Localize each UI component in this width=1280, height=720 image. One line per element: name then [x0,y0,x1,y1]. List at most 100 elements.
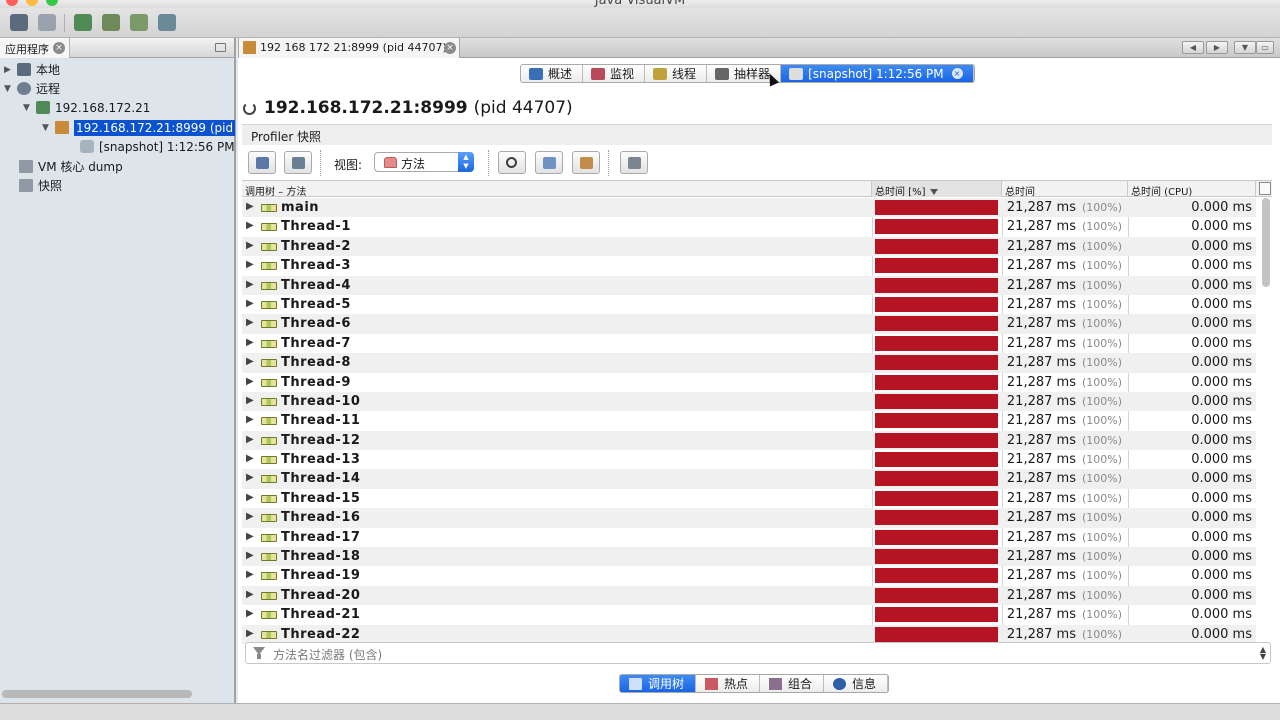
table-row[interactable]: ▶ main 21,287 ms (100%) 0.000 ms [242,198,1256,218]
table-row[interactable]: ▶ Thread-17 21,287 ms (100%) 0.000 ms [242,528,1256,547]
expand-arrow-icon[interactable]: ▶ [246,569,254,580]
collapse-arrow-icon[interactable]: ▼ [42,123,52,133]
table-row[interactable]: ▶ Thread-12 21,287 ms (100%) 0.000 ms [242,430,1256,451]
scroll-tabs-left-button[interactable]: ◀ [1182,41,1204,54]
tree-node-local[interactable]: ▶ 本地 [4,60,60,79]
expand-arrow-icon[interactable]: ▶ [246,628,254,639]
table-row[interactable]: ▶ Thread-9 21,287 ms (100%) 0.000 ms [242,373,1256,392]
column-header-method[interactable]: 调用树 – 方法 [242,181,872,198]
horizontal-scrollbar[interactable] [2,690,192,698]
tree-node-remote-host[interactable]: ▼ 192.168.172.21 [23,98,150,117]
expand-arrow-icon[interactable]: ▶ [246,220,254,231]
total-time-cell: 21,287 ms (100%) [1002,394,1122,409]
table-row[interactable]: ▶ Thread-5 21,287 ms (100%) 0.000 ms [242,295,1256,314]
close-icon[interactable]: × [53,42,65,54]
table-row[interactable]: ▶ Thread-11 21,287 ms (100%) 0.000 ms [242,411,1256,430]
column-header-cpu-time[interactable]: 总时间 (CPU) [1128,181,1256,198]
table-row[interactable]: ▶ Thread-20 21,287 ms (100%) 0.000 ms [242,585,1256,606]
table-row[interactable]: ▶ Thread-18 21,287 ms (100%) 0.000 ms [242,547,1256,567]
table-row[interactable]: ▶ Thread-14 21,287 ms (100%) 0.000 ms [242,469,1256,489]
expand-arrow-icon[interactable]: ▶ [246,472,254,483]
table-row[interactable]: ▶ Thread-21 21,287 ms (100%) 0.000 ms [242,605,1256,624]
export-snapshot-button[interactable] [284,151,312,174]
expand-arrow-icon[interactable]: ▶ [246,259,254,270]
add-jmx-connection-icon[interactable] [102,14,120,31]
table-row[interactable]: ▶ Thread-1 21,287 ms (100%) 0.000 ms [242,217,1256,236]
expand-arrow-icon[interactable]: ▶ [246,414,254,425]
expand-arrow-icon[interactable]: ▶ [246,201,254,212]
document-tab[interactable]: 192 168 172 21:8999 (pid 44707) × [238,38,460,58]
find-previous-button[interactable] [535,151,563,174]
load-icon[interactable] [10,14,28,31]
table-row[interactable]: ▶ Thread-19 21,287 ms (100%) 0.000 ms [242,566,1256,585]
expand-arrow-icon[interactable]: ▶ [246,550,254,561]
maximize-window-button[interactable]: ▭ [1256,41,1274,54]
tab-overview[interactable]: 概述 [521,65,584,82]
tree-node-java-app[interactable]: ▼ 192.168.172.21:8999 (pid [42,118,236,137]
tree-node-coredump[interactable]: VM 核心 dump [19,157,123,176]
expand-arrow-icon[interactable]: ▶ [246,453,254,464]
table-row[interactable]: ▶ Thread-16 21,287 ms (100%) 0.000 ms [242,508,1256,528]
find-next-button[interactable] [572,151,600,174]
expand-arrow-icon[interactable]: ▶ [246,434,254,445]
vertical-scrollbar[interactable] [1262,198,1270,287]
tab-call-tree[interactable]: 调用树 [620,675,697,692]
table-row[interactable]: ▶ Thread-2 21,287 ms (100%) 0.000 ms [242,236,1256,257]
collapse-arrow-icon[interactable]: ▼ [23,103,33,113]
table-row[interactable]: ▶ Thread-15 21,287 ms (100%) 0.000 ms [242,489,1256,508]
expand-arrow-icon[interactable]: ▶ [246,531,254,542]
table-body: ▶ main 21,287 ms (100%) 0.000 ms ▶ Thread-1 21,… [242,198,1256,644]
save-snapshot-button[interactable] [248,151,276,174]
table-row[interactable]: ▶ Thread-10 21,287 ms (100%) 0.000 ms [242,391,1256,412]
expand-arrow-icon[interactable]: ▶ [4,65,14,75]
expand-arrow-icon[interactable]: ▶ [246,317,254,328]
minimize-panel-icon[interactable] [215,43,226,52]
expand-arrow-icon[interactable]: ▶ [246,589,254,600]
save-icon[interactable] [38,14,56,31]
table-row[interactable]: ▶ Thread-3 21,287 ms (100%) 0.000 ms [242,256,1256,275]
column-header-total-time[interactable]: 总时间 [1002,181,1128,198]
filter-options-icon[interactable]: ▲ ▼ [1260,646,1266,661]
expand-arrow-icon[interactable]: ▶ [246,240,254,251]
tree-node-snapshot[interactable]: [snapshot] 1:12:56 PM [80,137,235,156]
expand-arrow-icon[interactable]: ▶ [246,298,254,309]
expand-arrow-icon[interactable]: ▶ [246,511,254,522]
tree-node-snapshots[interactable]: 快照 [19,176,62,195]
expand-arrow-icon[interactable]: ▶ [246,356,254,367]
table-row[interactable]: ▶ Thread-7 21,287 ms (100%) 0.000 ms [242,334,1256,353]
column-header-total-percent[interactable]: 总时间 [%] [872,181,1002,198]
close-icon[interactable]: × [444,42,456,54]
tree-node-remote[interactable]: ▼ 远程 [4,79,60,98]
expand-arrow-icon[interactable]: ▶ [246,395,254,406]
page-title: 192.168.172.21:8999 (pid 44707) [243,96,573,120]
method-filter-field[interactable]: 方法名过滤器 (包含) ▲ ▼ [245,642,1271,664]
expand-arrow-icon[interactable]: ▶ [246,492,254,503]
column-selector-icon[interactable] [1259,182,1271,195]
tab-hotspots[interactable]: 热点 [696,675,761,692]
add-heap-dump-icon[interactable] [130,14,148,31]
table-row[interactable]: ▶ Thread-8 21,287 ms (100%) 0.000 ms [242,353,1256,373]
table-row[interactable]: ▶ Thread-6 21,287 ms (100%) 0.000 ms [242,314,1256,334]
add-snapshot-icon[interactable] [158,14,176,31]
expand-arrow-icon[interactable]: ▶ [246,376,254,387]
tab-info[interactable]: 信息 [824,675,889,692]
tab-threads[interactable]: 线程 [645,65,708,82]
total-time-cell: 21,287 ms (100%) [1002,413,1122,428]
table-row[interactable]: ▶ Thread-4 21,287 ms (100%) 0.000 ms [242,275,1256,295]
tab-monitor[interactable]: 监视 [583,65,646,82]
tab-list-button[interactable]: ▼ [1234,41,1256,54]
view-select[interactable]: 方法 ▲ ▼ [374,152,474,172]
expand-arrow-icon[interactable]: ▶ [246,337,254,348]
add-remote-host-icon[interactable] [74,14,92,31]
table-row[interactable]: ▶ Thread-13 21,287 ms (100%) 0.000 ms [242,450,1256,469]
close-icon[interactable]: × [951,68,963,79]
collapse-arrow-icon[interactable]: ▼ [4,84,14,94]
tab-snapshot[interactable]: [snapshot] 1:12:56 PM × [781,65,974,82]
compare-snapshot-button[interactable] [620,151,648,174]
expand-arrow-icon[interactable]: ▶ [246,279,254,290]
scroll-tabs-right-button[interactable]: ▶ [1206,41,1228,54]
find-button[interactable] [498,151,526,174]
search-icon [506,157,517,168]
expand-arrow-icon[interactable]: ▶ [246,608,254,619]
tab-combined[interactable]: 组合 [760,675,825,692]
